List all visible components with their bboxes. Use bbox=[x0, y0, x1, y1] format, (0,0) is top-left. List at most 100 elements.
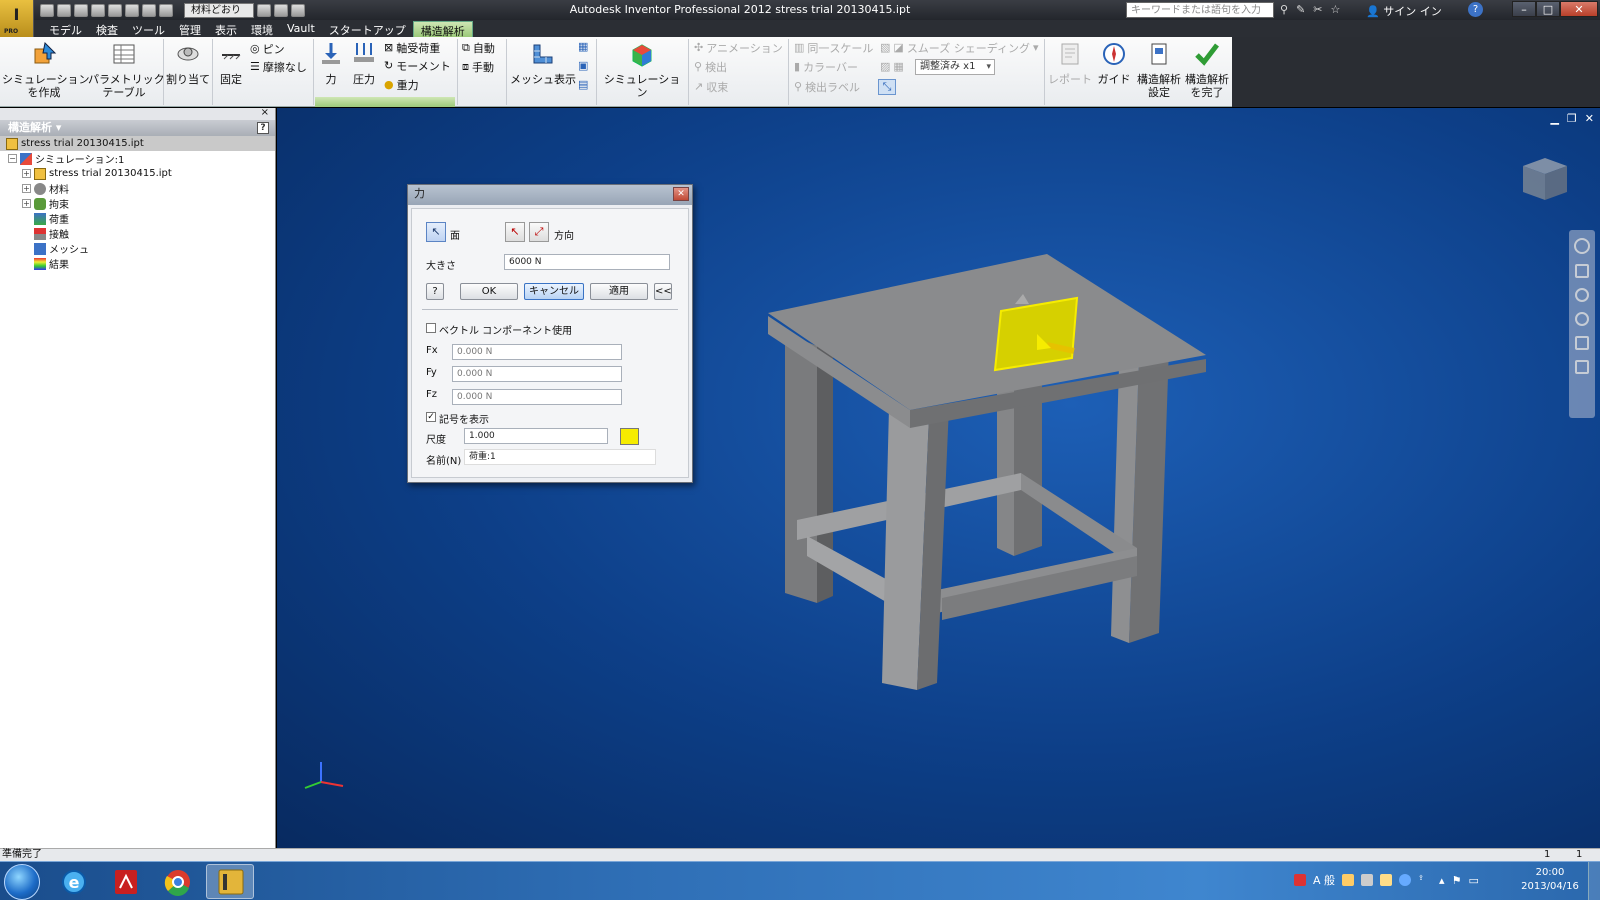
mesh-view-button[interactable]: メッシュ表示 bbox=[510, 39, 576, 86]
signin-button[interactable]: 👤 サイン イン bbox=[1366, 3, 1442, 19]
automatic-contact-button[interactable]: ⧉ 自動 bbox=[462, 40, 495, 55]
network-icon[interactable]: ▭ bbox=[1468, 874, 1478, 887]
ok-button[interactable]: OK bbox=[460, 283, 518, 300]
manual-contact-button[interactable]: ⧈ 手動 bbox=[462, 59, 494, 74]
ime-dictionary-icon[interactable] bbox=[1380, 874, 1393, 886]
direction-select-button[interactable]: ↖ bbox=[505, 222, 525, 242]
parametric-table-button[interactable]: パラメトリック テーブル bbox=[88, 39, 165, 99]
display-options-button[interactable]: ▨ ▦ bbox=[880, 59, 904, 74]
gravity-button[interactable]: ● 重力 bbox=[384, 77, 419, 92]
tree-node-mesh[interactable]: メッシュ bbox=[0, 241, 275, 256]
mesh-settings-button[interactable]: ▦ bbox=[578, 39, 588, 54]
name-input[interactable]: 荷重:1 bbox=[464, 449, 656, 465]
minimize-button[interactable]: – bbox=[1512, 1, 1536, 17]
application-menu-button[interactable]: I PRO bbox=[0, 0, 34, 37]
same-scale-button[interactable]: ▥ 同一スケール bbox=[794, 40, 873, 55]
wrench-icon[interactable]: ✎ bbox=[1296, 3, 1305, 16]
frictionless-constraint-button[interactable]: ☰ 摩擦なし bbox=[250, 59, 307, 74]
face-select-button[interactable]: ↖ bbox=[426, 222, 446, 242]
tree-node-material[interactable]: + 材料 bbox=[0, 181, 275, 196]
help-button[interactable]: ? bbox=[1468, 2, 1483, 17]
collapse-dialog-button[interactable]: << bbox=[654, 283, 672, 300]
dialog-help-button[interactable]: ? bbox=[426, 283, 444, 300]
cancel-button[interactable]: キャンセル bbox=[524, 283, 584, 300]
browser-header[interactable]: 構造解析 ▾ ? bbox=[0, 120, 275, 136]
tree-node-part[interactable]: stress trial 20130415.ipt bbox=[0, 136, 275, 151]
create-simulation-button[interactable]: シミュレーション を作成 bbox=[2, 39, 90, 99]
gravity-label: 重力 bbox=[396, 78, 419, 92]
show-desktop-button[interactable] bbox=[1588, 862, 1600, 900]
pressure-button[interactable]: 圧力 bbox=[348, 39, 380, 86]
browser-close-button[interactable]: × bbox=[261, 107, 269, 118]
taskbar-inventor[interactable] bbox=[206, 864, 254, 899]
start-button[interactable] bbox=[4, 864, 40, 900]
color-bar-button[interactable]: ▮ カラーバー bbox=[794, 59, 858, 74]
pressure-icon bbox=[354, 43, 374, 62]
browser-help-button[interactable]: ? bbox=[257, 122, 269, 134]
expand-icon[interactable]: + bbox=[22, 169, 31, 178]
tools-icon[interactable]: ✂ bbox=[1313, 3, 1322, 16]
tree-node-label: 拘束 bbox=[49, 200, 69, 211]
adjust-display-button[interactable]: ⤡ bbox=[878, 79, 896, 95]
finish-stress-analysis-button[interactable]: 構造解析 を完了 bbox=[1184, 39, 1230, 99]
expand-icon[interactable]: + bbox=[22, 184, 31, 193]
bearing-load-button[interactable]: ⊠ 軸受荷重 bbox=[384, 40, 440, 55]
convergence-settings-button[interactable]: ▤ bbox=[578, 77, 588, 92]
load-panel-expander[interactable] bbox=[315, 97, 455, 107]
magnitude-input[interactable]: 6000 N bbox=[504, 254, 670, 270]
checkmark-icon bbox=[1195, 43, 1219, 66]
tree-node-results[interactable]: 結果 bbox=[0, 256, 275, 271]
guide-button[interactable]: ガイド bbox=[1094, 39, 1134, 86]
dialog-titlebar[interactable]: 力 ✕ bbox=[408, 185, 692, 205]
fz-input[interactable]: 0.000 N bbox=[452, 389, 622, 405]
probe-labels-button[interactable]: ⚲ 検出ラベル bbox=[794, 79, 860, 94]
star-icon[interactable]: ☆ bbox=[1331, 3, 1341, 16]
tree-node-constraints[interactable]: + 拘束 bbox=[0, 196, 275, 211]
pin-constraint-button[interactable]: ◎ ピン bbox=[250, 41, 285, 56]
close-window-button[interactable]: ✕ bbox=[1560, 1, 1598, 17]
ime-indicator[interactable]: A 般 bbox=[1313, 872, 1335, 888]
report-button[interactable]: レポート bbox=[1048, 39, 1092, 86]
glyph-color-swatch[interactable] bbox=[620, 428, 639, 445]
ime-tools-icon[interactable] bbox=[1342, 874, 1355, 886]
fx-input[interactable]: 0.000 N bbox=[452, 344, 622, 360]
assign-button[interactable]: 割り当て bbox=[166, 39, 210, 86]
fy-input[interactable]: 0.000 N bbox=[452, 366, 622, 382]
tree-node-loads[interactable]: 荷重 bbox=[0, 211, 275, 226]
action-center-flag-icon[interactable]: ⚑ bbox=[1452, 874, 1462, 887]
help-search-input[interactable]: キーワードまたは語句を入力 bbox=[1126, 2, 1274, 18]
tree-node-simulation[interactable]: − シミュレーション:1 bbox=[0, 151, 275, 166]
probe-button[interactable]: ⚲ 検出 bbox=[694, 59, 727, 74]
displacement-scale-select[interactable]: 調整済み x1 bbox=[915, 59, 995, 75]
vector-components-checkbox[interactable] bbox=[426, 323, 436, 333]
dialog-close-button[interactable]: ✕ bbox=[673, 187, 689, 201]
show-hidden-icons[interactable]: ▴ bbox=[1439, 874, 1445, 887]
simulate-button[interactable]: シミュレーション bbox=[600, 39, 684, 99]
taskbar-ie[interactable]: e bbox=[50, 864, 98, 899]
local-mesh-button[interactable]: ▣ bbox=[578, 58, 588, 73]
stress-analysis-settings-button[interactable]: 構造解析 設定 bbox=[1136, 39, 1182, 99]
flip-direction-button[interactable]: ⤢ bbox=[529, 222, 549, 242]
caps-kana-icon[interactable]: ⇪ bbox=[1418, 874, 1432, 886]
antivirus-icon[interactable] bbox=[1294, 874, 1306, 886]
force-button[interactable]: 力 bbox=[316, 39, 346, 86]
taskbar-chrome[interactable] bbox=[154, 864, 202, 899]
scale-input[interactable]: 1.000 bbox=[464, 428, 608, 444]
collapse-icon[interactable]: − bbox=[8, 154, 17, 163]
taskbar-clock[interactable]: 20:00 2013/04/16 bbox=[1514, 866, 1586, 894]
animation-button[interactable]: ✣ アニメーション bbox=[694, 40, 783, 55]
apply-button[interactable]: 適用 bbox=[590, 283, 648, 300]
expand-icon[interactable]: + bbox=[22, 199, 31, 208]
ime-pad-icon[interactable] bbox=[1361, 874, 1374, 886]
maximize-button[interactable]: □ bbox=[1536, 1, 1560, 17]
moment-button[interactable]: ↻ モーメント bbox=[384, 58, 451, 73]
smooth-shading-button[interactable]: ▧ ◪ スムーズ シェーディング ▾ bbox=[880, 40, 1039, 55]
convergence-plot-button[interactable]: ↗ 収束 bbox=[694, 79, 728, 94]
fixed-constraint-button[interactable]: 固定 bbox=[214, 39, 248, 86]
ime-help-icon[interactable] bbox=[1399, 874, 1412, 886]
taskbar-acrobat[interactable] bbox=[102, 864, 150, 899]
show-glyph-checkbox[interactable]: ✓ bbox=[426, 412, 436, 422]
tree-node-sim-part[interactable]: + stress trial 20130415.ipt bbox=[0, 166, 275, 181]
tree-node-contacts[interactable]: 接触 bbox=[0, 226, 275, 241]
binoculars-icon[interactable]: ⚲ bbox=[1280, 3, 1288, 16]
